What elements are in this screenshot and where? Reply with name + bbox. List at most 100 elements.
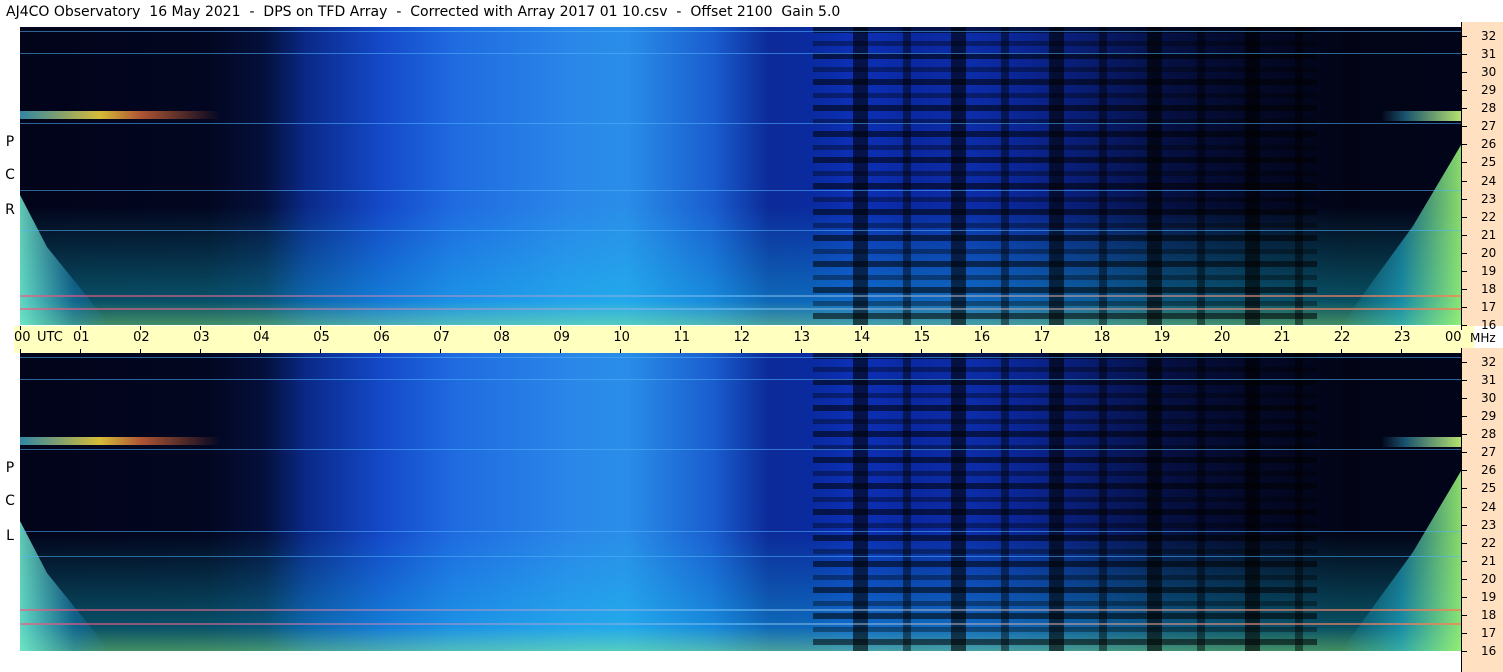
- time-tick-label: 05: [313, 330, 330, 345]
- frequency-tick-label: 27: [1481, 445, 1497, 460]
- frequency-tick: [1461, 162, 1467, 164]
- stripe-line: [20, 449, 1461, 450]
- stripe-line: [20, 379, 1461, 380]
- time-tick-label: 00: [14, 330, 31, 345]
- stripe-line: [20, 190, 1461, 191]
- frequency-tick: [1461, 126, 1467, 128]
- pol-letter: R: [5, 202, 15, 218]
- frequency-tick: [1461, 578, 1467, 580]
- stripe-line: [20, 531, 1461, 532]
- time-tick-label: 12: [733, 330, 751, 345]
- axis-line: [1461, 22, 1462, 326]
- frequency-tick: [1461, 560, 1467, 562]
- time-tick-label: 10: [613, 330, 630, 345]
- pol-letter: P: [5, 460, 15, 476]
- frequency-tick: [1461, 651, 1467, 652]
- frequency-axis-rcp: 32 31 30 29 28 27 26 25 24 23 22 21 20 19 18 17 16: [1461, 22, 1503, 332]
- frequency-tick-label: 19: [1481, 589, 1497, 604]
- frequency-tick-label: 19: [1481, 263, 1497, 278]
- time-tick-label: 17: [1033, 330, 1051, 345]
- time-tick-label: 03: [193, 330, 210, 345]
- frequency-tick-label: 26: [1481, 463, 1497, 478]
- frequency-tick: [1461, 524, 1467, 526]
- time-tick-label: 09: [553, 330, 570, 345]
- frequency-tick: [1461, 54, 1467, 56]
- frequency-tick-label: 30: [1481, 391, 1497, 406]
- frequency-tick-label: 29: [1481, 83, 1497, 98]
- time-axis-unit: UTC: [37, 330, 63, 345]
- frequency-tick-label: 31: [1481, 373, 1497, 388]
- pol-letter: C: [5, 167, 15, 183]
- time-tick-label: 07: [433, 330, 450, 345]
- frequency-tick: [1461, 416, 1467, 418]
- frequency-tick: [1461, 325, 1467, 326]
- frequency-tick: [1461, 270, 1467, 272]
- time-tick-label: 15: [913, 330, 931, 345]
- frequency-tick: [1461, 36, 1467, 38]
- frequency-tick-label: 26: [1481, 137, 1497, 152]
- frequency-tick-label: 21: [1481, 553, 1497, 568]
- frequency-tick-label: 32: [1481, 29, 1497, 44]
- frequency-tick: [1461, 362, 1467, 364]
- frequency-tick: [1461, 198, 1467, 200]
- frequency-tick-label: 31: [1481, 47, 1497, 62]
- pol-letter: L: [6, 528, 14, 544]
- frequency-tick: [1461, 614, 1467, 616]
- time-tick-label: 11: [673, 330, 690, 345]
- frequency-tick-label: 24: [1481, 173, 1497, 188]
- frequency-tick-label: 16: [1481, 644, 1497, 658]
- frequency-tick: [1461, 632, 1467, 634]
- frequency-tick-label: 22: [1481, 535, 1497, 550]
- frequency-tick: [1461, 306, 1467, 308]
- time-tick-label: 02: [133, 330, 150, 345]
- frequency-tick: [1461, 288, 1467, 290]
- signal-line: [20, 295, 1461, 297]
- frequency-tick: [1461, 90, 1467, 92]
- frequency-tick-label: 20: [1481, 571, 1497, 586]
- frequency-tick-label: 24: [1481, 499, 1497, 514]
- frequency-tick: [1461, 72, 1467, 74]
- time-tick-label: 14: [853, 330, 871, 345]
- frequency-axis-lcp: 32 31 30 29 28 27 26 25 24 23 22 21 20 19 18 17 16: [1461, 348, 1503, 672]
- signal-streak-left: [20, 111, 220, 119]
- time-tick-label: 04: [253, 330, 270, 345]
- axis-line: [1461, 348, 1462, 672]
- frequency-tick: [1461, 398, 1467, 400]
- frequency-tick-label: 17: [1481, 625, 1497, 640]
- time-tick-label: 21: [1273, 330, 1291, 345]
- frequency-tick-label: 23: [1481, 191, 1497, 206]
- stripe-line: [20, 31, 1461, 32]
- time-tick-label: 22: [1333, 330, 1351, 345]
- frequency-tick: [1461, 596, 1467, 598]
- frequency-tick-label: 21: [1481, 227, 1497, 242]
- frequency-unit-label: MHz: [1470, 331, 1496, 345]
- time-tick-label: 19: [1153, 330, 1171, 345]
- signal-streak-left: [20, 437, 220, 445]
- time-tick-label: 18: [1093, 330, 1111, 345]
- stripe-line: [20, 357, 1461, 358]
- frequency-tick: [1461, 488, 1467, 490]
- frequency-tick-label: 32: [1481, 355, 1497, 370]
- interference-columns: [812, 353, 1317, 651]
- spectrogram-rcp: [20, 27, 1461, 325]
- time-tick-label: 20: [1213, 330, 1231, 345]
- signal-line: [20, 308, 1461, 310]
- frequency-tick-label: 22: [1481, 209, 1497, 224]
- time-tick-label: 23: [1393, 330, 1411, 345]
- frequency-tick-label: 18: [1481, 607, 1497, 622]
- polarization-label-lcp: L C P: [0, 353, 20, 651]
- polarization-label-rcp: R C P: [0, 27, 20, 325]
- spectrogram-lcp: [20, 353, 1461, 651]
- frequency-tick: [1461, 506, 1467, 508]
- pol-letter: P: [5, 134, 15, 150]
- frequency-tick-label: 27: [1481, 119, 1497, 134]
- signal-line: [20, 623, 1461, 625]
- stripe-line: [20, 123, 1461, 124]
- frequency-tick-label: 16: [1481, 318, 1497, 332]
- frequency-tick: [1461, 252, 1467, 254]
- frequency-tick-label: 20: [1481, 245, 1497, 260]
- frequency-tick: [1461, 452, 1467, 454]
- frequency-tick-label: 25: [1481, 481, 1497, 496]
- frequency-tick: [1461, 542, 1467, 544]
- frequency-tick: [1461, 470, 1467, 472]
